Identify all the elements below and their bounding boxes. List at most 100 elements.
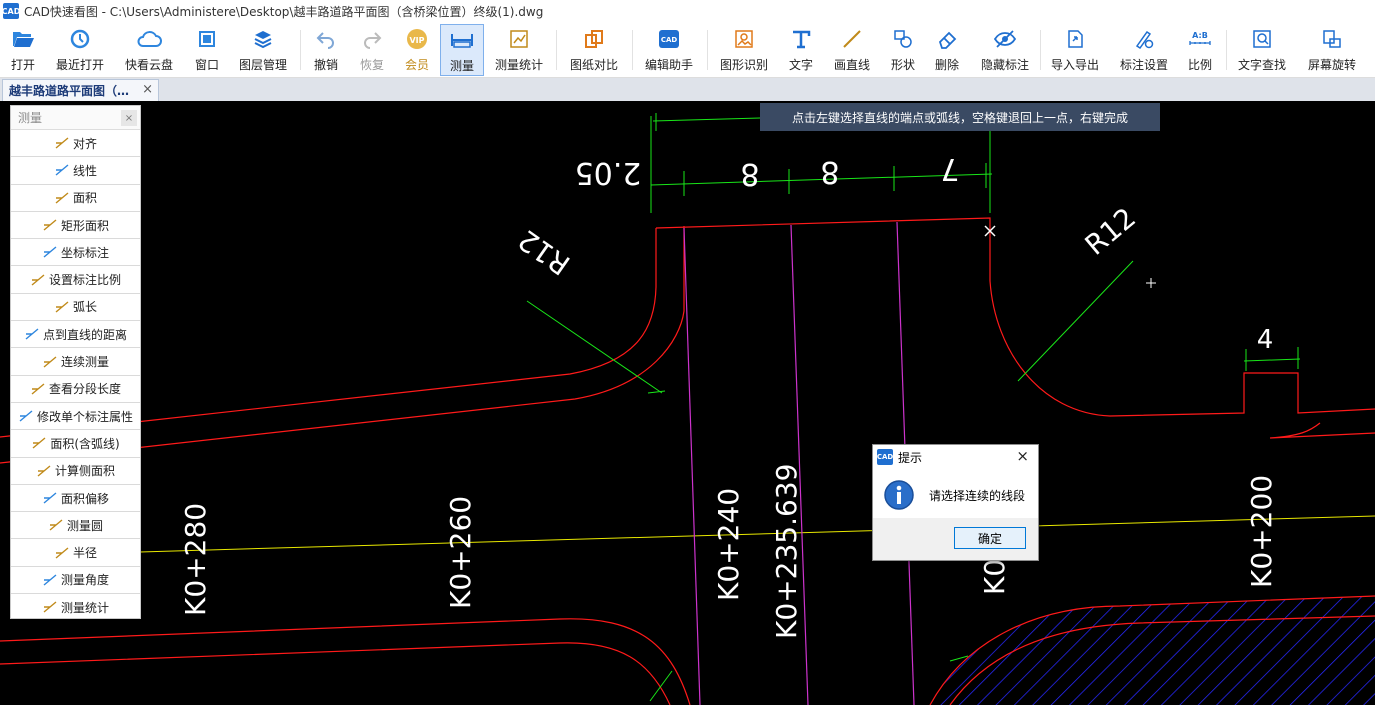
shape-recognize-button[interactable]: 图形识别 xyxy=(715,24,773,76)
prompt-dialog: CAD 提示 × 请选择连续的线段 确定 xyxy=(872,444,1039,561)
measure-tool-item[interactable]: 测量圆 xyxy=(11,512,140,540)
vip-button[interactable]: VIP 会员 xyxy=(400,24,434,76)
station-label: K0 xyxy=(978,559,1011,595)
ok-button[interactable]: 确定 xyxy=(954,527,1026,549)
measure-tool-label: 修改单个标注属性 xyxy=(36,409,133,424)
drawing-canvas[interactable]: 2.05 8 8 7 4 R12 R12 K0+280 K0+260 K0+24… xyxy=(0,101,1375,705)
angle-icon xyxy=(42,573,58,587)
text-button[interactable]: 文字 xyxy=(784,24,818,76)
measure-tool-item[interactable]: 坐标标注 xyxy=(11,239,140,267)
dimension-text: 8 xyxy=(740,156,759,191)
clock-icon xyxy=(69,24,91,54)
close-icon[interactable]: × xyxy=(121,110,137,126)
bridge-line xyxy=(683,227,701,705)
window-icon xyxy=(197,24,217,54)
dimension-text: 4 xyxy=(1257,325,1274,355)
bridge-end-line xyxy=(655,217,991,229)
measure-panel: 测量 × 对齐线性面积矩形面积坐标标注设置标注比例弧长点到直线的距离 连续测量查看… xyxy=(10,105,141,619)
measure-tool-label: 坐标标注 xyxy=(60,245,109,260)
text-icon xyxy=(790,24,812,54)
toolbar-separator xyxy=(556,30,557,70)
measure-tool-item[interactable]: 弧长 xyxy=(11,293,140,322)
hide-annotation-button[interactable]: 隐藏标注 xyxy=(976,24,1034,76)
rotate-screen-icon xyxy=(1321,24,1343,54)
modify-annotation-icon xyxy=(18,409,34,423)
area-icon xyxy=(54,191,70,205)
svg-text:VIP: VIP xyxy=(409,36,424,45)
measure-stats-button[interactable]: 测量统计 xyxy=(490,24,548,76)
measure-tool-label: 面积 xyxy=(72,191,97,206)
dimension-group xyxy=(650,106,1301,371)
radius-leader xyxy=(1017,260,1134,382)
svg-text:CAD: CAD xyxy=(661,36,678,44)
measure-tool-item[interactable]: 面积(含弧线) xyxy=(11,430,140,458)
measure-tool-item[interactable]: 查看分段长度 xyxy=(11,375,140,403)
measure-tool-item[interactable]: 设置标注比例 xyxy=(11,266,140,294)
measure-tool-label: 线性 xyxy=(72,163,97,178)
measure-button[interactable]: 测量 xyxy=(440,24,484,76)
arc-length-icon xyxy=(54,300,70,314)
measure-tool-item[interactable]: 半径 xyxy=(11,539,140,567)
dimension-text: 8 xyxy=(820,154,839,189)
measure-tool-item[interactable]: 对齐 xyxy=(11,130,140,158)
hatched-area xyxy=(930,596,1375,705)
line-button[interactable]: 画直线 xyxy=(830,24,874,76)
measure-tool-item[interactable]: 修改单个标注属性 xyxy=(11,402,140,431)
linear-measure-icon xyxy=(54,163,70,177)
rotate-screen-button[interactable]: 屏幕旋转 xyxy=(1303,24,1361,76)
cad-drawing: 2.05 8 8 7 4 R12 R12 K0+280 K0+260 K0+24… xyxy=(0,106,1375,705)
scale-button[interactable]: A:B 比例 xyxy=(1183,24,1217,76)
measure-tool-label: 点到直线的距离 xyxy=(42,327,127,342)
layers-button[interactable]: 图层管理 xyxy=(236,24,290,76)
annotation-settings-button[interactable]: 标注设置 xyxy=(1115,24,1173,76)
document-tab-bar: 越丰路道路平面图（… × xyxy=(0,78,1375,101)
road-centerline xyxy=(139,515,1375,553)
side-area-icon xyxy=(36,464,52,478)
road-edge xyxy=(0,618,691,705)
leader xyxy=(647,390,666,394)
ruler-icon xyxy=(450,25,474,55)
measure-tool-item[interactable]: 计算侧面积 xyxy=(11,457,140,485)
align-measure-icon xyxy=(54,136,70,150)
line-icon xyxy=(841,24,863,54)
tab-document[interactable]: 越丰路道路平面图（… × xyxy=(2,79,159,101)
open-folder-icon xyxy=(11,24,35,54)
edit-assistant-button[interactable]: CAD 编辑助手 xyxy=(640,24,698,76)
measure-tool-label: 弧长 xyxy=(72,300,97,315)
recent-button[interactable]: 最近打开 xyxy=(52,24,108,76)
measure-tool-item[interactable]: 测量角度 xyxy=(11,566,140,595)
redo-button[interactable]: 恢复 xyxy=(355,24,389,76)
measure-tool-item[interactable]: 线性 xyxy=(11,157,140,185)
open-button[interactable]: 打开 xyxy=(4,24,42,76)
delete-button[interactable]: 删除 xyxy=(930,24,964,76)
undo-button[interactable]: 撤销 xyxy=(309,24,343,76)
radius-leader xyxy=(526,300,663,394)
measure-tool-item[interactable]: 面积 xyxy=(11,184,140,212)
measure-tool-item[interactable]: 矩形面积 xyxy=(11,211,140,240)
continuous-measure-icon xyxy=(42,355,58,369)
dialog-close-button[interactable]: × xyxy=(1016,447,1029,465)
measure-tool-label: 连续测量 xyxy=(60,355,109,370)
window-title: CAD快速看图 - C:\Users\Administere\Desktop\越… xyxy=(24,4,544,19)
road-edge xyxy=(0,642,671,705)
shape-button[interactable]: 形状 xyxy=(886,24,920,76)
measure-tool-item[interactable]: 面积偏移 xyxy=(11,484,140,513)
tab-close-icon[interactable]: × xyxy=(142,82,153,97)
compare-button[interactable]: 图纸对比 xyxy=(565,24,623,76)
import-export-button[interactable]: 导入导出 xyxy=(1046,24,1104,76)
station-label: K0+280 xyxy=(179,503,212,616)
find-text-button[interactable]: 文字查找 xyxy=(1233,24,1291,76)
cloud-button[interactable]: 快看云盘 xyxy=(120,24,178,76)
toolbar-separator xyxy=(1040,30,1041,70)
measure-tool-item[interactable]: 测量统计 xyxy=(11,594,140,618)
measure-panel-header: 测量 × xyxy=(11,106,140,130)
leader xyxy=(649,670,673,702)
layers-icon xyxy=(252,24,274,54)
measure-panel-title: 测量 xyxy=(18,111,43,125)
measure-tool-item[interactable]: 连续测量 xyxy=(11,348,140,376)
road-edge xyxy=(989,226,1375,417)
measure-tool-item[interactable]: 点到直线的距离 xyxy=(11,321,140,349)
measure-tool-label: 查看分段长度 xyxy=(48,382,121,397)
import-export-icon xyxy=(1064,24,1086,54)
window-button[interactable]: 窗口 xyxy=(190,24,224,76)
